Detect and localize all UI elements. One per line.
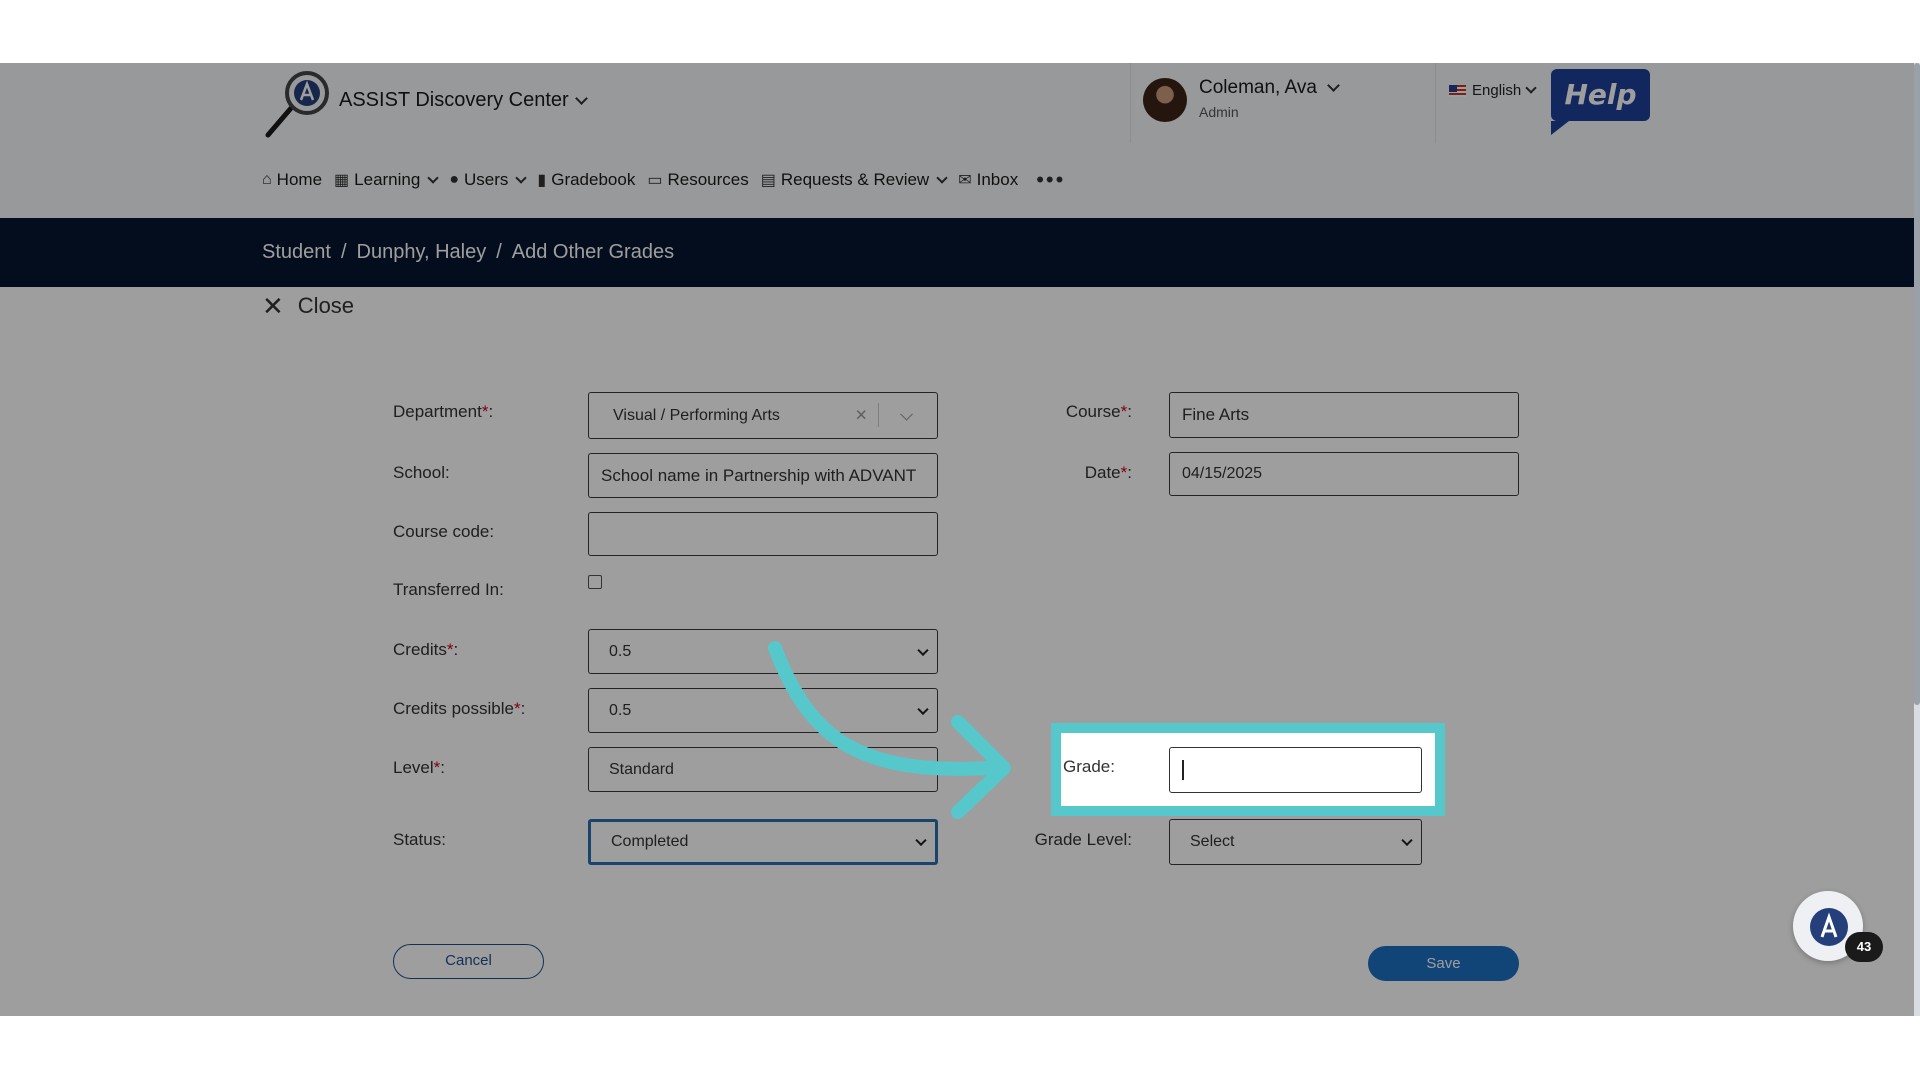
pointer-arrow-icon — [768, 641, 1011, 819]
assist-logo-icon — [1810, 908, 1848, 946]
a-letter-icon — [1820, 912, 1838, 938]
notification-badge: 43 — [1845, 932, 1883, 962]
